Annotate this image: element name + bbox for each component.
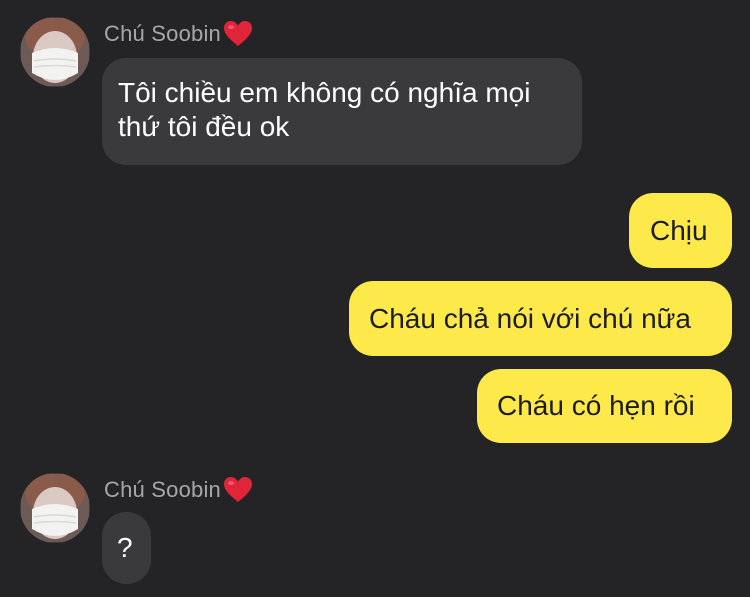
avatar-masked-person-icon [20,17,90,87]
incoming-message-bubble[interactable]: Tôi chiều em không có nghĩa mọi thứ tôi … [102,58,582,165]
avatar-masked-person-icon [20,473,90,543]
heart-icon [223,20,253,48]
outgoing-message-bubble[interactable]: Chịu [629,193,732,268]
heart-icon [223,476,253,504]
message-text: Tôi chiều em không có nghĩa mọi thứ tôi … [118,77,531,142]
message-text: Cháu có hẹn rồi [497,390,695,421]
incoming-message-bubble[interactable]: ? [102,512,151,584]
sender-name: Chú Soobin [104,476,253,504]
message-text: Chịu [650,215,708,246]
sender-name-text: Chú Soobin [104,21,221,46]
outgoing-message-bubble[interactable]: Cháu chả nói với chú nữa [349,281,732,356]
message-text: Cháu chả nói với chú nữa [369,303,691,334]
sender-name-text: Chú Soobin [104,477,221,502]
sender-avatar[interactable] [20,473,90,543]
message-text: ? [117,532,133,563]
outgoing-message-bubble[interactable]: Cháu có hẹn rồi [477,369,732,443]
sender-avatar[interactable] [20,17,90,87]
sender-name: Chú Soobin [104,20,253,48]
